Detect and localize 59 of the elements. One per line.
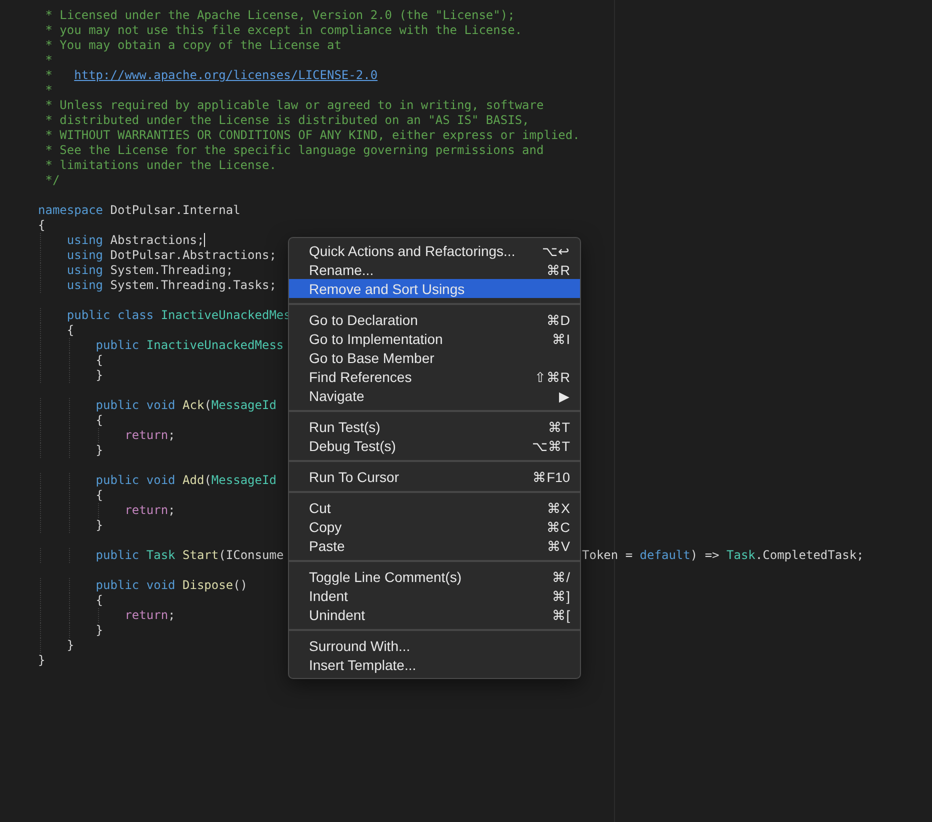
code-text: }	[38, 653, 46, 668]
code-text: {	[94, 353, 104, 368]
menu-item[interactable]: Run Test(s) ⌘T	[289, 417, 580, 436]
code-text: * Licensed under the Apache License, Version 2.0 (the "License");	[44, 8, 515, 23]
menu-item[interactable]: Debug Test(s) ⌥⌘T	[289, 436, 580, 455]
menu-item[interactable]: Toggle Line Comment(s) ⌘/	[289, 567, 580, 586]
code-text: {	[38, 218, 46, 233]
code-text: {	[66, 323, 74, 338]
code-text: * Unless required by applicable law or agreed to in writing, software	[44, 98, 544, 113]
code-text: return;	[124, 503, 176, 518]
code-text: * WITHOUT WARRANTIES OR CONDITIONS OF ANY KIND, either express or implied.	[44, 128, 580, 143]
menu-item[interactable]: Run To Cursor ⌘F10	[289, 467, 580, 486]
code-text: public void Ack(MessageId	[94, 398, 276, 413]
code-text: public class InactiveUnackedMes	[66, 308, 291, 323]
code-text: * See the License for the specific language governing permissions and	[44, 143, 544, 158]
code-text: {	[94, 593, 104, 608]
code-text: namespace DotPulsar.Internal	[38, 203, 240, 218]
code-text: }	[66, 638, 74, 653]
menu-item[interactable]: Go to Declaration ⌘D	[289, 310, 580, 329]
code-text: * limitations under the License.	[44, 158, 276, 173]
code-text: using System.Threading.Tasks;	[66, 278, 276, 293]
menu-item[interactable]: Go to Implementation ⌘I	[289, 329, 580, 348]
code-text: public void Dispose()	[94, 578, 248, 593]
menu-item[interactable]: Copy ⌘C	[289, 517, 580, 536]
menu-item[interactable]: Cut ⌘X	[289, 498, 580, 517]
code-text: public void Add(MessageId	[94, 473, 276, 488]
menu-item[interactable]: Indent ⌘]	[289, 586, 580, 605]
menu-item[interactable]: Navigate ▶	[289, 386, 580, 405]
code-text: using Abstractions;	[66, 233, 204, 248]
menu-item[interactable]: Insert Template...	[289, 655, 580, 674]
menu-item[interactable]: Quick Actions and Refactorings... ⌥↩	[289, 241, 580, 260]
code-text: }	[94, 518, 104, 533]
menu-item[interactable]: Go to Base Member	[289, 348, 580, 367]
code-text: {	[94, 413, 104, 428]
code-text: * You may obtain a copy of the License at	[44, 38, 342, 53]
code-text: {	[94, 488, 104, 503]
code-text: public InactiveUnackedMess	[94, 338, 284, 353]
code-text: * you may not use this file except in compliance with the License.	[44, 23, 522, 38]
code-text: return;	[124, 428, 176, 443]
menu-item[interactable]: Remove and Sort Usings	[289, 279, 580, 298]
code-text: }	[94, 368, 104, 383]
code-text: Token = default) => Task.CompletedTask;	[582, 548, 864, 563]
code-text: }	[94, 623, 104, 638]
code-text: return;	[124, 608, 176, 623]
code-text: *	[44, 53, 52, 68]
code-text: public Task Start(IConsume	[94, 548, 284, 563]
menu-item[interactable]: Unindent ⌘[	[289, 605, 580, 624]
code-text: using DotPulsar.Abstractions;	[66, 248, 276, 263]
code-text: *	[44, 83, 52, 98]
menu-item[interactable]: Rename... ⌘R	[289, 260, 580, 279]
menu-item[interactable]: Surround With...	[289, 636, 580, 655]
code-text: }	[94, 443, 104, 458]
code-text: *	[44, 68, 54, 83]
code-text: */	[44, 173, 60, 188]
code-text: using System.Threading;	[66, 263, 234, 278]
menu-item[interactable]: Find References ⇧⌘R	[289, 367, 580, 386]
code-text: * distributed under the License is distributed on an "AS IS" BASIS,	[44, 113, 530, 128]
menu-item[interactable]: Paste ⌘V	[289, 536, 580, 555]
link[interactable]: http://www.apache.org/licenses/LICENSE-2.0	[74, 68, 378, 83]
